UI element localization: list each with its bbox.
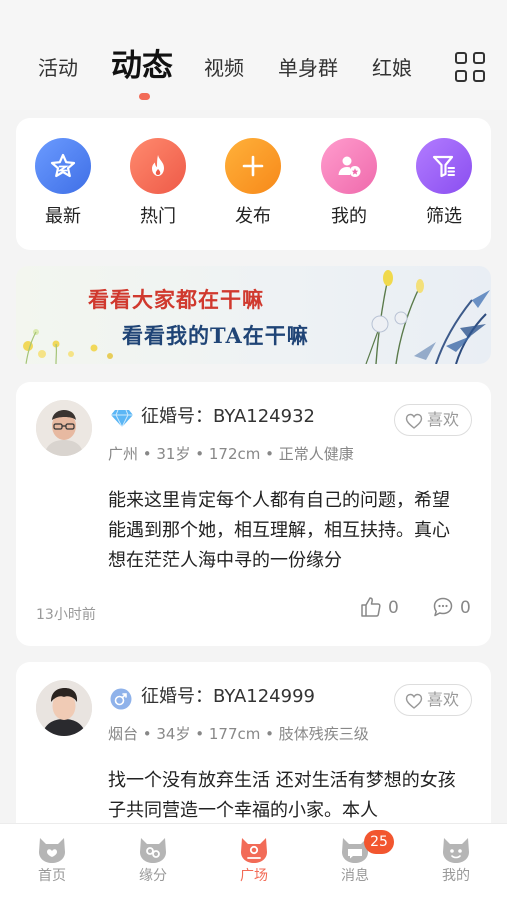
diamond-icon [111, 409, 133, 428]
cat-profile-icon [443, 838, 469, 863]
quick-menu-card: 最新 热门 发布 我的 筛选 [16, 118, 491, 250]
tab-matchmaker[interactable]: 红娘 [372, 54, 412, 82]
user-star-icon [321, 138, 377, 194]
tab-singles-group[interactable]: 单身群 [278, 54, 338, 82]
post-text: 找一个没有放弃生活 还对生活有梦想的女孩子共同营造一个幸福的小家。本人 [108, 770, 456, 821]
quick-publish-button[interactable]: 发布 [216, 138, 290, 228]
cat-home-icon [39, 838, 65, 863]
nav-label: 广场 [240, 868, 268, 884]
plus-icon [225, 138, 281, 194]
post-text: 能来这里肯定每个人都有自己的问题，希望能遇到那个她，相互理解，相互扶持。真心想在… [108, 490, 450, 571]
star-icon [35, 138, 91, 194]
grid-menu-icon[interactable] [455, 52, 487, 84]
quick-mine-button[interactable]: 我的 [312, 138, 386, 228]
quick-label: 我的 [331, 206, 367, 227]
avatar[interactable] [36, 400, 92, 456]
bottom-nav-bar: 首页 缘分 广场 消息 我的 [0, 823, 507, 900]
quick-label: 筛选 [426, 206, 462, 227]
tab-activity[interactable]: 活动 [38, 54, 78, 82]
banner-line-2: 看看我的TA在干嘛 [122, 323, 309, 348]
quick-label: 发布 [235, 206, 271, 227]
active-tab-indicator [139, 93, 150, 100]
cat-fate-icon [140, 838, 166, 863]
banner-line-1: 看看大家都在干嘛 [88, 287, 264, 312]
tab-video[interactable]: 视频 [204, 54, 244, 82]
quick-label: 热门 [140, 206, 176, 227]
comments-count: 0 [460, 598, 471, 618]
post-time: 13小时前 [36, 607, 96, 623]
member-id: 征婚号：BYA124999 [141, 686, 315, 707]
member-info: 烟台 • 34岁 • 177cm • 肢体残疾三级 [108, 725, 369, 743]
quick-filter-button[interactable]: 筛选 [407, 138, 481, 228]
nav-label: 我的 [442, 868, 470, 884]
nav-label: 缘分 [139, 868, 167, 884]
nav-label: 首页 [38, 868, 66, 884]
quick-hot-button[interactable]: 热门 [121, 138, 195, 228]
nav-fate[interactable]: 缘分 [118, 834, 188, 885]
avatar[interactable] [36, 680, 92, 736]
heart-icon [405, 693, 423, 709]
nav-me[interactable]: 我的 [421, 834, 491, 885]
nav-label: 消息 [341, 868, 369, 884]
male-icon [110, 688, 132, 710]
post-card[interactable]: 征婚号：BYA124932 广州 • 31岁 • 172cm • 正常人健康 喜… [16, 382, 491, 646]
flame-icon [130, 138, 186, 194]
quick-latest-button[interactable]: 最新 [26, 138, 100, 228]
member-info: 广州 • 31岁 • 172cm • 正常人健康 [108, 445, 354, 463]
post-card[interactable]: 征婚号：BYA124999 烟台 • 34岁 • 177cm • 肢体残疾三级 … [16, 662, 491, 842]
comment-icon [433, 597, 453, 617]
like-label: 喜欢 [427, 690, 460, 709]
thumbs-up-icon [361, 597, 381, 617]
likes-count: 0 [388, 598, 399, 618]
unread-badge: 25 [364, 830, 394, 854]
member-id: 征婚号：BYA124932 [141, 406, 315, 427]
heart-icon [405, 413, 423, 429]
cat-plaza-icon [241, 838, 267, 863]
nav-home[interactable]: 首页 [17, 834, 87, 885]
quick-label: 最新 [45, 206, 81, 227]
top-tab-bar: 活动 动态 视频 单身群 红娘 [0, 0, 507, 110]
like-button[interactable]: 喜欢 [394, 684, 472, 716]
like-label: 喜欢 [427, 410, 460, 429]
filter-icon [416, 138, 472, 194]
tab-moments[interactable]: 动态 [111, 44, 173, 88]
like-button[interactable]: 喜欢 [394, 404, 472, 436]
nav-plaza[interactable]: 广场 [219, 834, 289, 885]
promo-banner[interactable]: 看看大家都在干嘛 看看我的TA在干嘛 [16, 266, 491, 364]
